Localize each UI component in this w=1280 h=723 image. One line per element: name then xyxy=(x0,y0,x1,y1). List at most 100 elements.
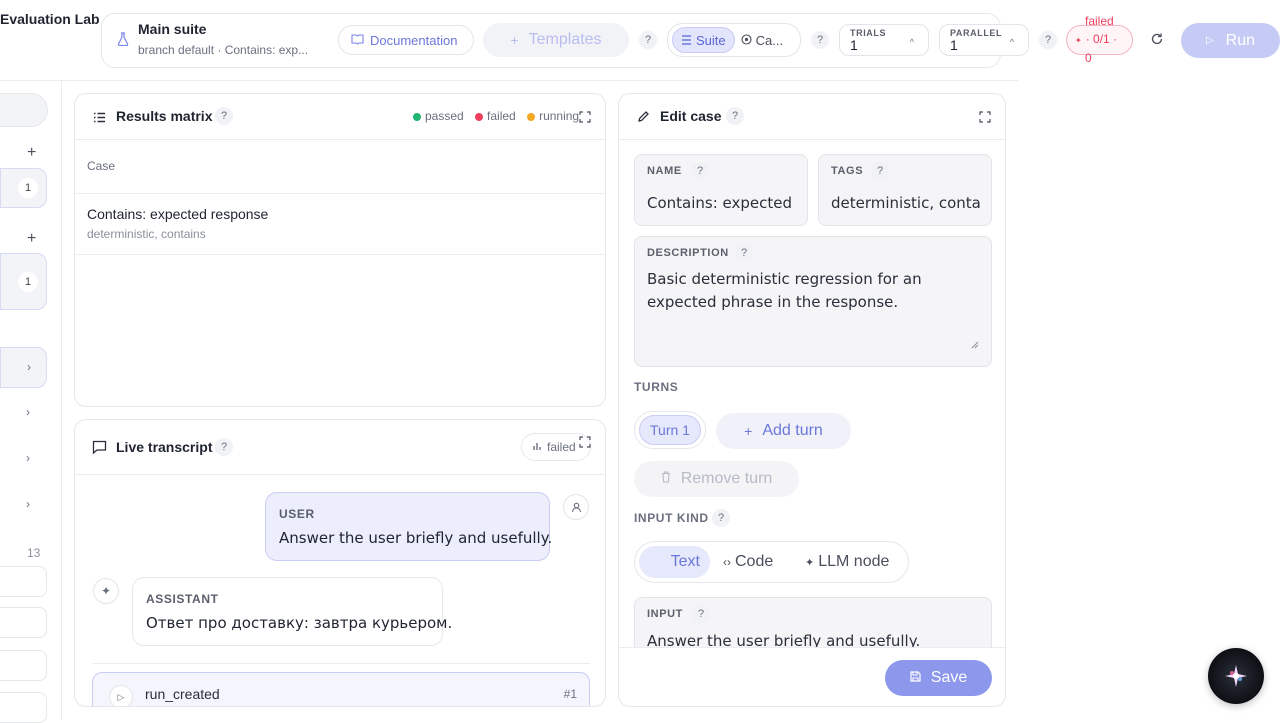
input-kind-label: INPUT KIND xyxy=(634,511,709,525)
templates-help-icon[interactable]: ? xyxy=(639,31,657,49)
view-help-icon[interactable]: ? xyxy=(811,31,829,49)
trials-stepper[interactable]: TRIALS 1 ^ xyxy=(839,24,929,56)
results-divider xyxy=(75,139,605,140)
plus-icon: + xyxy=(510,32,519,48)
sidebar-add-icon-1[interactable]: + xyxy=(27,144,36,162)
edit-expand-icon[interactable] xyxy=(979,110,991,128)
templates-label: Templates xyxy=(528,31,602,48)
kind-text-tab[interactable]: Text xyxy=(639,546,710,578)
sidebar-divider xyxy=(61,81,62,720)
sidebar-field-3[interactable] xyxy=(0,650,47,681)
edit-help-icon[interactable]: ? xyxy=(726,107,744,125)
user-message: USER Answer the user briefly and usefull… xyxy=(265,492,553,561)
spark-icon: ✦ xyxy=(805,557,815,569)
sidebar-item-expand-1[interactable]: › xyxy=(0,347,47,388)
sparkle-orb-icon xyxy=(1225,665,1247,687)
parallel-stepper[interactable]: PARALLEL 1 ^ xyxy=(939,24,1029,56)
kind-code-tab[interactable]: ‹› Code xyxy=(723,553,773,571)
expand-icon[interactable] xyxy=(579,110,591,128)
sidebar-count: 13 xyxy=(27,546,41,560)
sidebar-search-input[interactable] xyxy=(0,93,48,127)
kind-llm-tab[interactable]: ✦ LLM node xyxy=(805,553,889,571)
remove-turn-button[interactable]: Remove turn xyxy=(634,461,799,497)
row-case-tags: deterministic, contains xyxy=(87,227,206,241)
legend-failed-dot xyxy=(475,112,484,121)
name-value: Contains: expected r xyxy=(647,194,797,212)
sidebar-badge-2: 1 xyxy=(18,272,38,292)
code-icon: ‹› xyxy=(723,555,731,569)
view-suite-tab[interactable]: Suite xyxy=(672,27,735,53)
event-name: run_created xyxy=(145,686,220,702)
event-play-icon[interactable]: ▷ xyxy=(109,685,133,706)
trials-up-icon[interactable]: ^ xyxy=(910,37,914,47)
edit-case-panel: Edit case ? NAME ? Contains: expected r … xyxy=(618,93,1006,707)
resize-handle-icon[interactable] xyxy=(971,336,979,354)
flask-icon xyxy=(117,32,129,51)
tags-field[interactable]: TAGS ? deterministic, contair xyxy=(818,154,992,226)
event-row[interactable]: ▷ run_created #1 xyxy=(92,672,590,706)
input-kind-segmented: Text ‹› Code ✦ LLM node xyxy=(634,541,909,583)
transcript-status: failed xyxy=(547,440,576,454)
view-toggle: Suite Ca... xyxy=(667,23,801,57)
header-divider xyxy=(0,80,1018,81)
run-button[interactable]: ▷ Run xyxy=(1181,23,1280,58)
legend-running-dot xyxy=(527,112,536,121)
transcript-help-icon[interactable]: ? xyxy=(215,438,233,456)
description-field[interactable]: DESCRIPTION ? Basic deterministic regres… xyxy=(634,236,992,367)
tags-help-icon[interactable]: ? xyxy=(871,162,889,180)
events-divider xyxy=(92,663,590,664)
name-help-icon[interactable]: ? xyxy=(691,162,709,180)
assistant-avatar: ✦ xyxy=(93,578,119,604)
refresh-icon[interactable] xyxy=(1150,32,1164,51)
documentation-label: Documentation xyxy=(370,32,458,48)
sidebar-add-icon-2[interactable]: + xyxy=(27,230,36,248)
legend-passed-dot xyxy=(413,112,421,121)
sidebar-field-4[interactable] xyxy=(0,692,47,723)
results-help-icon[interactable]: ? xyxy=(215,107,233,125)
save-label: Save xyxy=(930,669,968,686)
user-icon xyxy=(571,502,581,512)
input-label: INPUT xyxy=(647,608,683,620)
sidebar-item-case[interactable]: 1 xyxy=(0,253,47,310)
input-help-icon[interactable]: ? xyxy=(692,605,710,623)
description-label: DESCRIPTION xyxy=(647,247,729,259)
assistant-orb-button[interactable] xyxy=(1208,648,1264,704)
turn-1-tab[interactable]: Turn 1 xyxy=(639,415,701,445)
sidebar-field-1[interactable] xyxy=(0,566,47,597)
play-icon: ▷ xyxy=(1205,35,1214,46)
tags-value: deterministic, contair xyxy=(831,194,981,212)
trials-value: 1 xyxy=(850,37,858,53)
event-id: #1 xyxy=(563,687,577,701)
suite-name: Main suite xyxy=(138,21,207,37)
documentation-button[interactable]: Documentation xyxy=(338,25,474,55)
add-turn-label: Add turn xyxy=(762,422,823,439)
sidebar-field-2[interactable] xyxy=(0,607,47,638)
book-icon xyxy=(351,33,364,48)
transcript-divider xyxy=(75,474,605,475)
transcript-expand-icon[interactable] xyxy=(579,435,591,453)
parallel-up-icon[interactable]: ^ xyxy=(1010,37,1014,47)
add-turn-button[interactable]: + Add turn xyxy=(716,413,851,449)
status-zero-label: 0 xyxy=(1085,51,1092,65)
table-row[interactable]: Contains: expected response deterministi… xyxy=(75,194,605,254)
legend-running: running xyxy=(539,109,580,123)
user-avatar xyxy=(563,494,589,520)
sidebar-chevron-3[interactable]: › xyxy=(26,451,30,465)
sidebar-chevron-2[interactable]: › xyxy=(26,405,30,419)
target-icon xyxy=(741,33,752,48)
sparkle-icon: ✦ xyxy=(100,584,112,598)
description-help-icon[interactable]: ? xyxy=(735,244,753,262)
assistant-text: Ответ про доставку: завтра курьером. xyxy=(146,614,453,632)
pencil-icon xyxy=(637,110,650,128)
tags-label: TAGS xyxy=(831,165,864,177)
name-field[interactable]: NAME ? Contains: expected r xyxy=(634,154,808,226)
templates-button[interactable]: + Templates xyxy=(483,23,629,57)
view-case-tab[interactable]: Ca... xyxy=(735,27,789,53)
input-kind-help-icon[interactable]: ? xyxy=(712,509,730,527)
save-button[interactable]: Save xyxy=(885,660,992,696)
user-text: Answer the user briefly and usefully. xyxy=(279,529,553,547)
parallel-help-icon[interactable]: ? xyxy=(1039,31,1057,49)
suite-subtitle: branch default · Contains: exp... xyxy=(138,43,309,57)
sidebar-chevron-4[interactable]: › xyxy=(26,497,30,511)
sidebar-item-suite[interactable]: 1 xyxy=(0,168,47,208)
